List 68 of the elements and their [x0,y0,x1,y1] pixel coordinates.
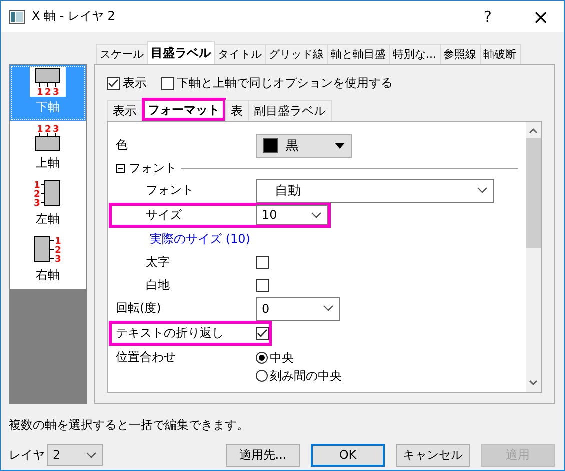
axis-item[interactable]: 1 2 3 下軸 [10,65,86,121]
layer-label: レイヤ [9,446,45,464]
row-label: 回転(度) [116,300,162,317]
actual-size-link[interactable]: 実際のサイズ (10) [116,228,518,251]
group-label: フォント [129,160,177,176]
row-label: 太字 [145,254,171,271]
tick-label: 1 [37,125,44,135]
window-title: X 軸 - レイヤ 2 [32,8,116,25]
help-button[interactable]: ? [465,2,511,32]
tick-label: 2 [55,246,62,256]
hint-text: 複数の軸を選択すると一括で編集できます。 [8,417,250,434]
row-label: 位置合わせ [116,349,177,366]
tick-label: 3 [55,255,62,265]
checkbox-label: 表示 [123,74,147,92]
collapse-icon[interactable] [116,164,125,172]
tab[interactable]: 表示 [107,100,143,121]
tick-label: 2 [45,88,52,97]
radio-button[interactable] [256,352,268,364]
scrollbar[interactable] [526,122,541,392]
chevron-down-icon [86,452,97,458]
axis-item[interactable]: 1 2 3 右軸 [10,233,86,289]
dialog-button[interactable]: OK [311,444,385,466]
tick-label: 3 [53,125,60,135]
tab[interactable]: 軸破断 [480,44,520,64]
tab[interactable]: 目盛ラベル [147,41,215,64]
radio-label: 中央 [270,350,294,366]
row-label: テキストの折り返し [116,324,225,342]
radio-label: 刻み間の中央 [270,368,342,384]
chevron-down-icon [477,187,488,194]
color-dropdown[interactable]: 黒 [256,134,352,158]
layer-dropdown[interactable]: 2 [47,444,103,466]
scroll-up-icon[interactable] [529,128,538,134]
dialog-button[interactable]: キャンセル [396,444,470,466]
chevron-down-icon [311,212,322,218]
chevron-down-icon [323,305,334,312]
checkbox[interactable] [256,279,269,292]
dropdown-arrow-icon [335,142,345,148]
scroll-thumb[interactable] [526,138,541,248]
axis-item[interactable]: 1 2 3 上軸 [10,121,86,177]
close-button[interactable]: × [518,2,564,32]
tick-label: 2 [34,190,40,200]
axis-item[interactable]: 1 2 3 左軸 [10,177,86,233]
tab[interactable]: フォーマット [142,98,226,121]
row-label: 色 [116,137,129,154]
checkbox-label: 下軸と上軸で同じオプションを使用する [177,74,393,92]
tick-label: 3 [34,199,40,209]
tab[interactable]: 表 [225,100,249,121]
checkbox[interactable] [256,256,269,269]
tick-label: 1 [55,237,62,247]
row-label: 白地 [145,277,171,294]
tick-label: 1 [37,88,44,97]
radio-button[interactable] [256,370,268,382]
checkbox[interactable] [256,326,269,340]
tick-label: 2 [45,125,52,135]
row-label: サイズ [145,206,183,224]
dialog-button[interactable]: 適用先... [226,444,300,466]
checkbox[interactable] [161,76,174,90]
row-label: フォント [145,182,195,199]
checkbox[interactable] [107,76,120,90]
select-field[interactable]: 0 [256,296,340,320]
select-field[interactable]: 自動 [256,178,494,202]
app-icon [9,10,25,24]
tick-label: 3 [53,88,60,97]
tick-label: 1 [34,181,40,191]
select-field[interactable]: 10 [256,205,328,225]
tab[interactable]: スケール [96,44,148,64]
tab[interactable]: 副目盛ラベル [248,100,332,121]
scroll-down-icon[interactable] [529,380,538,386]
